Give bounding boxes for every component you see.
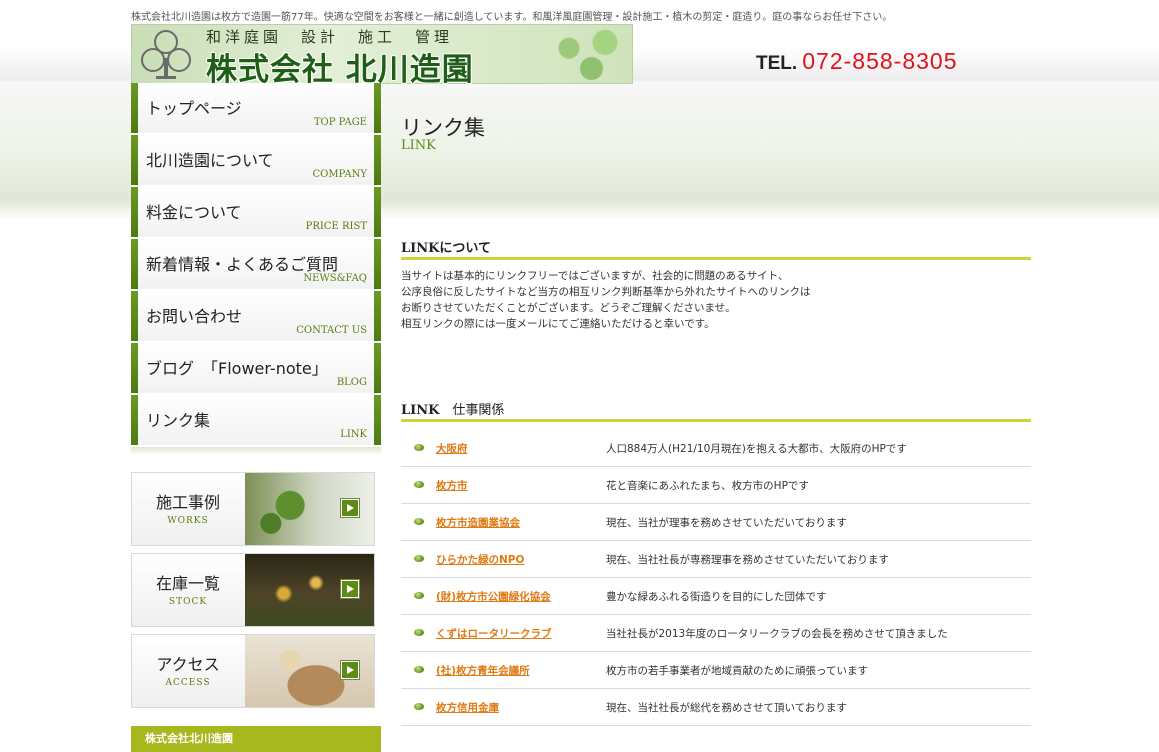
banner-text: アクセス ACCESS <box>132 635 244 707</box>
nav-item-sublabel: COMPANY <box>312 169 367 180</box>
nav-item-label: トップページ <box>146 99 242 118</box>
banner-title: 施工事例 <box>155 493 220 512</box>
logo-emblem-icon <box>141 30 191 79</box>
link-description: 現在、当社社長が総代を務めさせて頂いております <box>606 702 847 714</box>
link-name[interactable]: 枚方市造園業協会 <box>436 515 520 530</box>
nav-item-sublabel: BLOG <box>336 377 367 388</box>
bullet-icon <box>414 592 424 599</box>
about-line: 相互リンクの際には一度メールにてご連絡いただけると幸いです。 <box>401 318 715 330</box>
links-heading: LINK 仕事関係 <box>401 399 1031 422</box>
links-heading-sub: 仕事関係 <box>452 403 505 418</box>
banner-text: 施工事例 WORKS <box>132 473 244 545</box>
banner-subtitle: STOCK <box>168 597 208 607</box>
site-tagline: 株式会社北川造園は枚方で造園一筋77年。快適な空間をお客様と一緒に創造しています… <box>131 12 893 23</box>
stock-banner[interactable]: 在庫一覧 STOCK <box>131 553 375 627</box>
link-description: 花と音楽にあふれたまち、枚方市のHPです <box>606 480 809 492</box>
banner-subtitle: ACCESS <box>165 678 211 688</box>
nav-item-label: 北川造園について <box>146 151 274 170</box>
link-description: 豊かな緑あふれる街造りを目的にした団体です <box>606 591 827 603</box>
bullet-icon <box>414 555 424 562</box>
banner-text: 在庫一覧 STOCK <box>132 554 244 626</box>
nav-item-sublabel: PRICE RIST <box>305 221 367 232</box>
list-item: (財)枚方市公園緑化協会 豊かな緑あふれる街造りを目的にした団体です <box>401 578 1031 615</box>
nav-item-label: リンク集 <box>146 411 211 430</box>
link-name[interactable]: くずはロータリークラブ <box>436 626 552 641</box>
link-description: 人口884万人(H21/10月現在)を抱える大都市、大阪府のHPです <box>606 443 907 455</box>
bullet-icon <box>414 666 424 673</box>
global-nav: トップページ TOP PAGE 北川造園について COMPANY 料金について … <box>131 83 381 455</box>
about-line: お断りさせていただくことがございます。どうぞご理解くださいませ。 <box>401 302 736 314</box>
links-heading-main: LINK <box>401 403 440 418</box>
list-item: くずはロータリークラブ 当社社長が2013年度のロータリークラブの会長を務めさせ… <box>401 615 1031 652</box>
link-description: 現在、当社が理事を務めさせていただいております <box>606 517 847 529</box>
page-title-en: LINK <box>401 138 436 153</box>
list-item: 枚方信用金庫 現在、当社社長が総代を務めさせて頂いております <box>401 689 1031 726</box>
bullet-icon <box>414 703 424 710</box>
sidebar-company-name: 株式会社北川造園 <box>131 726 381 752</box>
list-item: (社)枚方青年会議所 枚方市の若手事業者が地域貢献のために頑張っています <box>401 652 1031 689</box>
link-name[interactable]: 枚方市 <box>436 478 468 493</box>
nav-shadow <box>131 447 381 455</box>
nav-item-contact[interactable]: お問い合わせ CONTACT US <box>131 291 381 343</box>
list-item: 枚方市造園業協会 現在、当社が理事を務めさせていただいております <box>401 504 1031 541</box>
nav-item-news-faq[interactable]: 新着情報・よくあるご質問 NEWS&FAQ <box>131 239 381 291</box>
nav-item-label: お問い合わせ <box>146 307 243 326</box>
list-item: 大阪府 人口884万人(H21/10月現在)を抱える大都市、大阪府のHPです <box>401 430 1031 467</box>
about-line: 公序良俗に反したサイトなど当方の相互リンク判断基準から外れたサイトへのリンクは <box>401 286 811 298</box>
nav-item-company[interactable]: 北川造園について COMPANY <box>131 135 381 187</box>
nav-item-sublabel: TOP PAGE <box>313 117 367 128</box>
nav-item-top-page[interactable]: トップページ TOP PAGE <box>131 83 381 135</box>
link-list: 大阪府 人口884万人(H21/10月現在)を抱える大都市、大阪府のHPです 枚… <box>401 430 1031 726</box>
link-description: 現在、当社社長が専務理事を務めさせていただいております <box>606 554 889 566</box>
arrow-right-icon <box>341 499 359 517</box>
nav-item-link[interactable]: リンク集 LINK <box>131 395 381 447</box>
bullet-icon <box>414 481 424 488</box>
nav-item-price[interactable]: 料金について PRICE RIST <box>131 187 381 239</box>
site-logo[interactable]: 和洋庭園 設計 施工 管理 株式会社 北川造園 <box>131 24 633 88</box>
arrow-right-icon <box>341 661 359 679</box>
bullet-icon <box>414 629 424 636</box>
nav-item-blog[interactable]: ブログ 「Flower-note」 BLOG <box>131 343 381 395</box>
link-description: 当社社長が2013年度のロータリークラブの会長を務めさせて頂きました <box>606 628 948 640</box>
nav-item-label: 新着情報・よくあるご質問 <box>146 255 339 274</box>
link-name[interactable]: 大阪府 <box>436 441 468 456</box>
link-name[interactable]: 枚方信用金庫 <box>436 700 499 715</box>
about-text: 当サイトは基本的にリンクフリーではございますが、社会的に問題のあるサイト、 公序… <box>401 268 1031 332</box>
tel-label: TEL. <box>756 53 798 74</box>
nav-item-sublabel: LINK <box>340 429 367 440</box>
list-item: ひらかた緑のNPO 現在、当社社長が専務理事を務めさせていただいております <box>401 541 1031 578</box>
about-line: 当サイトは基本的にリンクフリーではございますが、社会的に問題のあるサイト、 <box>401 270 789 282</box>
nav-item-sublabel: NEWS&FAQ <box>303 273 367 284</box>
nav-item-label: ブログ 「Flower-note」 <box>146 359 328 378</box>
banner-subtitle: WORKS <box>167 516 209 526</box>
link-description: 枚方市の若手事業者が地域貢献のために頑張っています <box>606 665 868 677</box>
link-name[interactable]: (財)枚方市公園緑化協会 <box>436 589 551 604</box>
tel-number: 072-858-8305 <box>802 48 958 74</box>
works-banner[interactable]: 施工事例 WORKS <box>131 472 375 546</box>
banner-title: アクセス <box>156 655 220 674</box>
link-name[interactable]: (社)枚方青年会議所 <box>436 663 530 678</box>
phone-number: TEL. 072-858-8305 <box>756 48 958 75</box>
nav-item-label: 料金について <box>146 203 242 222</box>
leaves-decoration-icon <box>542 25 632 83</box>
banner-title: 在庫一覧 <box>155 574 220 593</box>
link-name[interactable]: ひらかた緑のNPO <box>436 552 524 567</box>
access-banner[interactable]: アクセス ACCESS <box>131 634 375 708</box>
bullet-icon <box>414 518 424 525</box>
list-item: 枚方市 花と音楽にあふれたまち、枚方市のHPです <box>401 467 1031 504</box>
arrow-right-icon <box>341 580 359 598</box>
bullet-icon <box>414 444 424 451</box>
nav-item-sublabel: CONTACT US <box>296 325 367 336</box>
about-heading: LINKについて <box>401 237 1031 260</box>
